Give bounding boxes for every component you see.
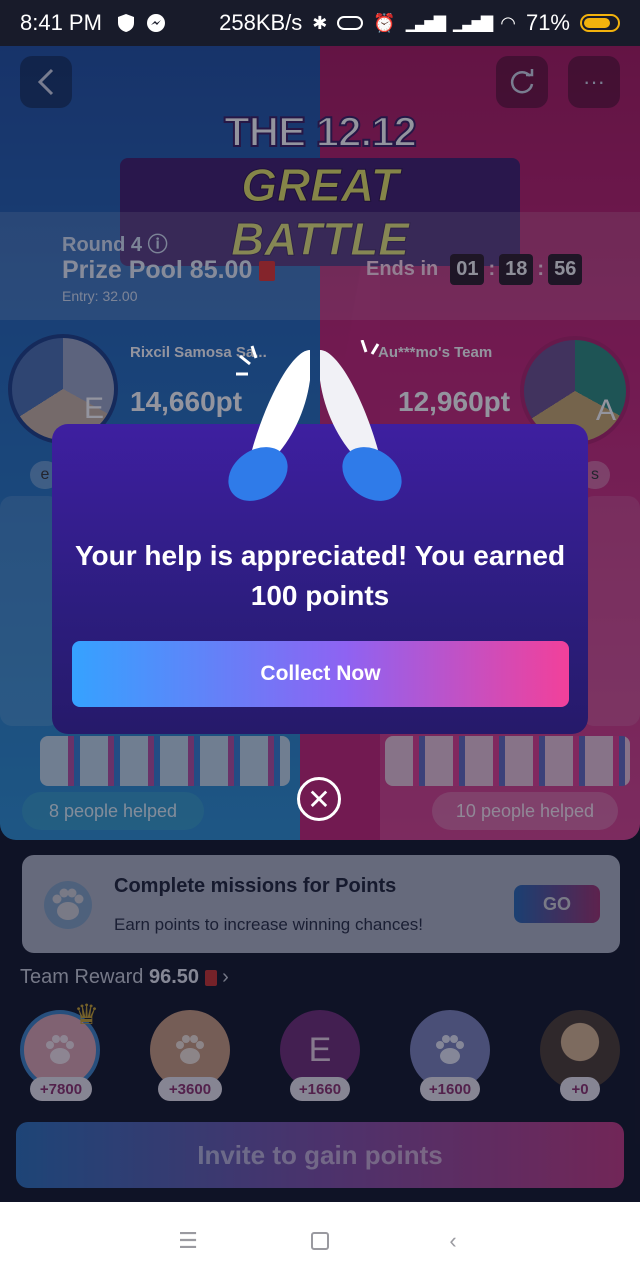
praying-hands-icon [228, 340, 402, 501]
menu-icon[interactable]: ☰ [175, 1228, 201, 1254]
modal-message: Your help is appreciated! You earned 100… [74, 540, 566, 611]
alarm-icon: ⏰ [373, 12, 396, 33]
signal-icon: ▁▃▅▇ [405, 15, 446, 32]
home-icon[interactable] [307, 1228, 333, 1254]
wifi-icon: ◠ [500, 12, 516, 33]
battery-percent: 71% [525, 10, 570, 35]
shield-icon [117, 14, 134, 32]
toggle-icon [337, 16, 364, 30]
back-icon[interactable]: ‹ [440, 1228, 466, 1254]
close-button[interactable]: ✕ [297, 777, 341, 821]
status-bar: 8:41 PM 258KB/s ✱ ⏰ ▁▃▅▇ ▁▃▅▇ ◠ 71% [0, 0, 640, 46]
close-icon: ✕ [307, 783, 331, 815]
collect-now-button[interactable]: Collect Now [72, 641, 569, 707]
system-nav-bar: ☰ ‹ [0, 1202, 640, 1280]
battery-icon [580, 14, 620, 32]
messenger-icon [146, 14, 165, 32]
network-speed: 258KB/s [219, 10, 303, 35]
screen: 8:41 PM 258KB/s ✱ ⏰ ▁▃▅▇ ▁▃▅▇ ◠ 71% ··· [0, 0, 640, 1280]
signal-icon-2: ▁▃▅▇ [453, 15, 493, 32]
status-time: 8:41 PM [20, 10, 102, 35]
bluetooth-icon: ✱ [312, 12, 328, 33]
